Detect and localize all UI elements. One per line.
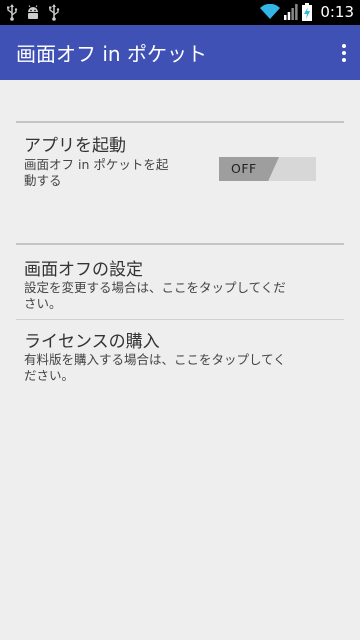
pref-enable-summary-line2: 動する: [24, 173, 62, 188]
battery-charging-icon: [302, 3, 313, 21]
wifi-icon: [260, 4, 281, 19]
pref-settings-summary-line1: 設定を変更する場合は、ここをタップしてくだ: [24, 280, 286, 295]
system-icons: 0:13: [260, 3, 354, 21]
pref-settings-summary-line2: さい。: [24, 296, 62, 311]
list-divider: [16, 319, 344, 320]
pref-enable-title: アプリを起動: [24, 136, 126, 156]
status-bar: 0:13: [0, 0, 360, 25]
app-title: 画面オフ in ポケット: [16, 42, 207, 66]
usb-icon: [49, 4, 60, 21]
category-divider: [16, 121, 344, 123]
pref-license-summary-line1: 有料版を購入する場合は、ここをタップしてく: [24, 352, 286, 367]
pref-license-summary-line2: ださい。: [24, 368, 75, 383]
pref-settings-summary: 設定を変更する場合は、ここをタップしてくだ さい。: [24, 280, 344, 312]
app-bar: 画面オフ in ポケット: [0, 25, 360, 80]
android-icon: [28, 5, 38, 19]
pref-settings-title: 画面オフの設定: [24, 260, 143, 280]
pref-license-title: ライセンスの購入: [24, 332, 160, 352]
category-divider: [16, 243, 344, 245]
pref-enable-summary-line1: 画面オフ in ポケットを起: [24, 157, 169, 172]
more-vert-icon[interactable]: [334, 38, 354, 68]
pref-license-summary: 有料版を購入する場合は、ここをタップしてく ださい。: [24, 352, 344, 384]
usb-icon: [7, 4, 18, 21]
clock: 0:13: [320, 3, 354, 21]
enable-toggle[interactable]: OFF: [219, 157, 316, 181]
notification-icons: [6, 4, 60, 21]
toggle-label: OFF: [231, 161, 257, 176]
signal-icon: [284, 4, 298, 20]
pref-enable-summary: 画面オフ in ポケットを起 動する: [24, 157, 204, 189]
